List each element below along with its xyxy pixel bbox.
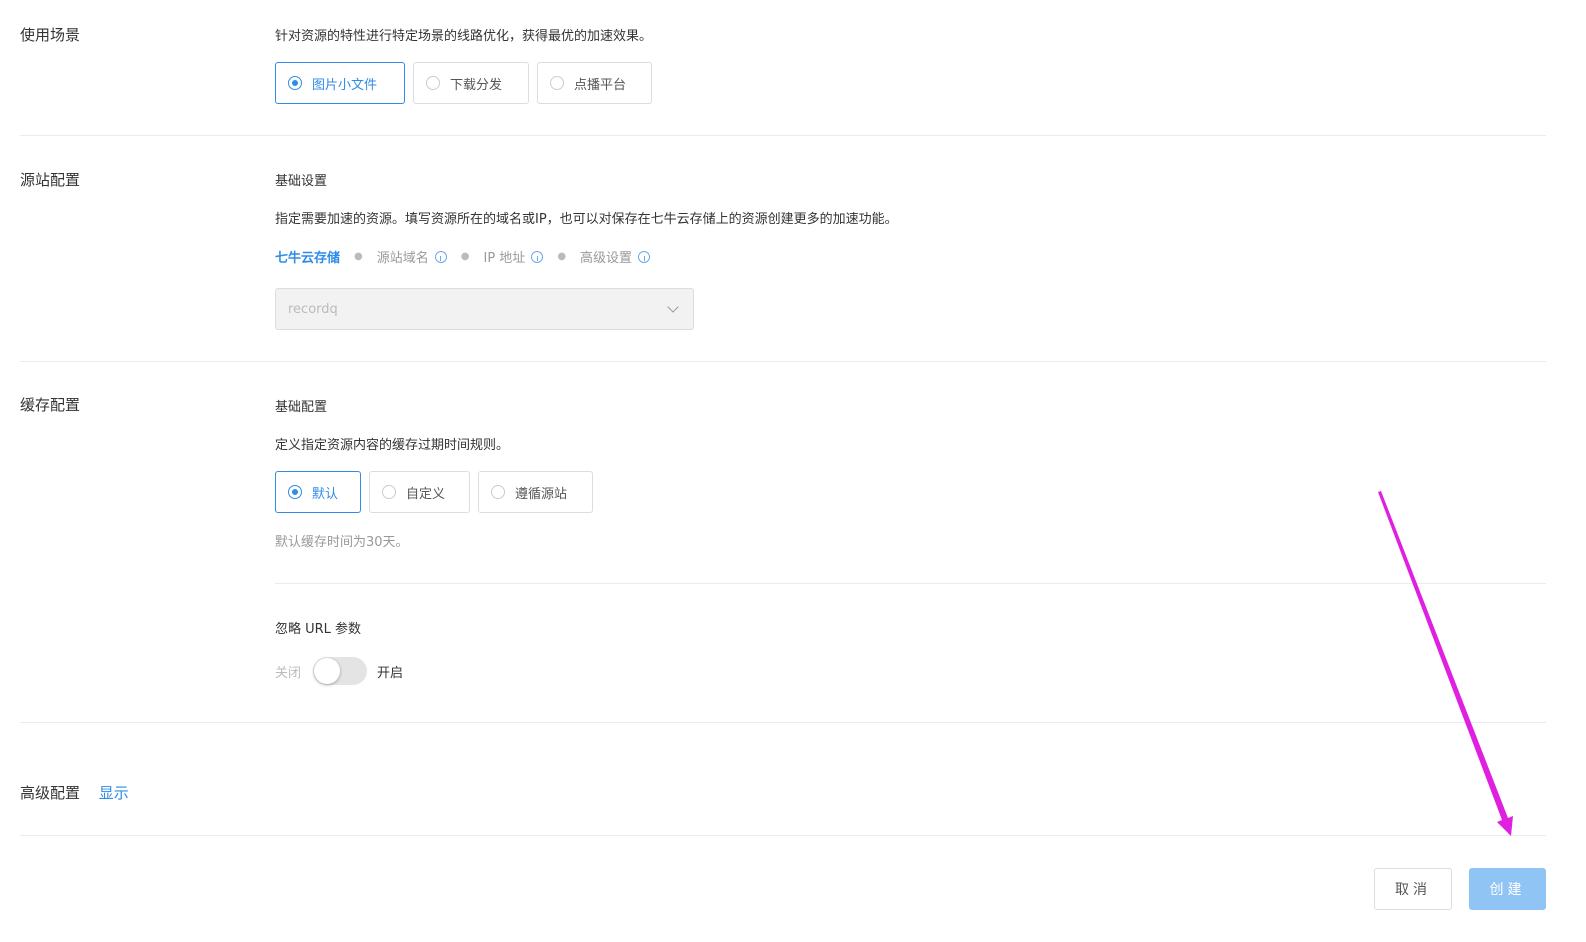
bucket-select[interactable]: recordq [275,288,694,330]
divider [20,835,1546,836]
cache-option-follow-origin[interactable]: 遵循源站 [478,471,593,513]
section-title-scene: 使用场景 [20,26,81,44]
section-title-origin: 源站配置 [20,171,81,189]
tab-qiniu-storage[interactable]: 七牛云存储 [275,247,340,266]
tab-label: IP 地址 [483,251,526,266]
cache-option-default[interactable]: 默认 [275,471,361,513]
tab-ip-address[interactable]: IP 地址 [484,247,544,266]
section-title-advanced: 高级配置 显示 [20,782,129,803]
divider [20,722,1546,723]
info-icon[interactable] [531,250,544,263]
annotation-arrow-icon [1378,491,1513,836]
cache-radio-group: 默认 自定义 遵循源站 [275,471,593,513]
cache-option-custom[interactable]: 自定义 [369,471,470,513]
divider [275,583,1546,584]
toggle-on-label: 开启 [377,665,404,681]
tab-label: 七牛云存储 [275,251,341,266]
scene-option-vod[interactable]: 点播平台 [537,62,652,104]
tab-origin-domain[interactable]: 源站域名 [377,247,447,266]
scene-option-label: 图片小文件 [312,77,378,93]
section-title-cache: 缓存配置 [20,396,81,414]
ignore-url-params-title: 忽略 URL 参数 [275,622,362,637]
radio-checked-icon [288,485,302,499]
tab-label: 高级设置 [580,251,633,266]
ignore-url-params-toggle[interactable] [313,657,368,685]
chevron-down-icon [667,301,679,313]
separator-dot: ● [557,251,567,262]
ignore-url-params-row: 关闭 开启 [275,657,403,685]
divider [20,361,1546,362]
radio-unchecked-icon [426,76,440,90]
separator-dot: ● [460,251,470,262]
origin-description: 指定需要加速的资源。填写资源所在的域名或IP，也可以对保存在七牛云存储上的资源创… [275,212,898,227]
scene-radio-group: 图片小文件 下载分发 点播平台 [275,62,652,104]
create-button[interactable]: 创建 [1469,868,1546,910]
tab-label: 源站域名 [376,251,429,266]
info-icon[interactable] [638,250,651,263]
advanced-title: 高级配置 [20,784,81,802]
scene-option-label: 下载分发 [450,77,503,93]
radio-unchecked-icon [382,485,396,499]
cdn-create-form: 使用场景 针对资源的特性进行特定场景的线路优化，获得最优的加速效果。 图片小文件… [0,0,1586,942]
scene-option-small-files[interactable]: 图片小文件 [275,62,405,104]
cache-hint: 默认缓存时间为30天。 [275,535,409,550]
radio-checked-icon [288,76,302,90]
radio-unchecked-icon [491,485,505,499]
show-advanced-link[interactable]: 显示 [99,784,129,802]
toggle-off-label: 关闭 [275,665,302,681]
cancel-button[interactable]: 取消 [1374,868,1452,910]
cache-subtitle: 基础配置 [275,400,328,415]
scene-option-label: 点播平台 [574,77,627,93]
cache-description: 定义指定资源内容的缓存过期时间规则。 [275,438,510,453]
tab-advanced-settings[interactable]: 高级设置 [580,247,651,266]
cache-option-label: 默认 [312,486,339,502]
radio-unchecked-icon [550,76,564,90]
cache-option-label: 自定义 [406,486,446,502]
cache-option-label: 遵循源站 [515,486,568,502]
scene-option-download[interactable]: 下载分发 [413,62,529,104]
origin-subtitle: 基础设置 [275,174,328,189]
origin-type-tabs: 七牛云存储 ● 源站域名 ● IP 地址 ● 高级设置 [275,247,651,266]
separator-dot: ● [354,251,363,262]
bucket-select-value: recordq [288,301,338,317]
info-icon[interactable] [434,250,447,263]
scene-description: 针对资源的特性进行特定场景的线路优化，获得最优的加速效果。 [275,29,653,44]
divider [20,135,1546,136]
toggle-knob [314,658,341,684]
arrow-shape [1378,491,1513,836]
